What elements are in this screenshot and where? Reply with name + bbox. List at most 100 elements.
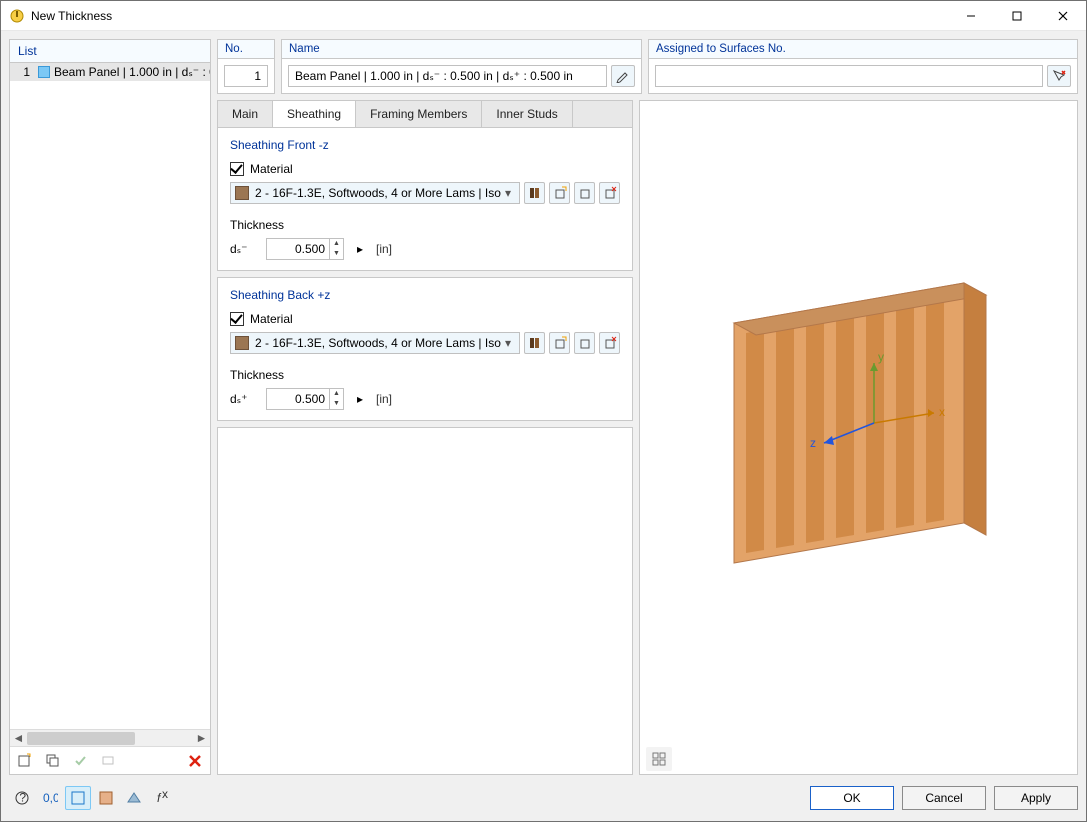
stepper-next-icon[interactable]: ▸ (352, 388, 368, 410)
name-field-group: Name (281, 39, 642, 94)
function-button[interactable]: fx (149, 786, 175, 810)
units-button[interactable]: 0,00 (37, 786, 63, 810)
dialog-buttons: OK Cancel Apply (810, 786, 1078, 810)
view-mode-button[interactable] (65, 786, 91, 810)
no-field-group: No. (217, 39, 275, 94)
close-button[interactable] (1040, 1, 1086, 31)
mid-row: Main Sheathing Framing Members Inner Stu… (217, 100, 1078, 775)
pick-surfaces-button[interactable] (1047, 65, 1071, 87)
tab-framing-members[interactable]: Framing Members (356, 101, 482, 127)
list-header: List (10, 40, 210, 63)
apply-button[interactable]: Apply (994, 786, 1078, 810)
dialog-window: New Thickness List 1 Beam Panel | 1.000 … (0, 0, 1087, 822)
back-thickness-value: 0.500 (267, 392, 329, 406)
front-material-label: Material (250, 162, 293, 176)
chevron-down-icon: ▾ (501, 336, 515, 350)
sheathing-back-section: Sheathing Back +z Material 2 - 16F-1.3E,… (217, 277, 633, 421)
tag-button (96, 749, 122, 773)
preview-canvas[interactable]: x y z (640, 101, 1077, 744)
front-thickness-value: 0.500 (267, 242, 329, 256)
svg-text:y: y (878, 350, 884, 364)
form-column: Main Sheathing Framing Members Inner Stu… (217, 100, 633, 775)
spinner-down-icon[interactable]: ▼ (329, 399, 343, 409)
preview-3d-icon: x y z (679, 243, 1039, 603)
stepper-next-icon[interactable]: ▸ (352, 238, 368, 260)
help-button[interactable]: ? (9, 786, 35, 810)
edit-name-button[interactable] (611, 65, 635, 87)
preview-toolbar (640, 744, 1077, 774)
list-panel: List 1 Beam Panel | 1.000 in | dₛ⁻ : 0.5… (9, 39, 211, 775)
material-library-button[interactable] (524, 182, 545, 204)
top-fields-row: No. Name Assigned to Surfaces No. (217, 39, 1078, 94)
scroll-right-icon[interactable]: ► (193, 730, 210, 747)
app-icon (9, 8, 25, 24)
no-input[interactable] (224, 65, 268, 87)
maximize-button[interactable] (994, 1, 1040, 31)
front-thickness-unit: [in] (376, 242, 392, 256)
material-new-button[interactable] (549, 332, 570, 354)
list-item-label: Beam Panel | 1.000 in | dₛ⁻ : 0.50 (54, 65, 210, 79)
back-material-label: Material (250, 312, 293, 326)
assigned-input[interactable] (655, 65, 1043, 87)
sheathing-front-section: Sheathing Front -z Material 2 - 16F-1.3E… (217, 127, 633, 271)
back-thickness-input[interactable]: 0.500 ▲▼ (266, 388, 344, 410)
svg-text:?: ? (19, 791, 26, 805)
back-material-value: 2 - 16F-1.3E, Softwoods, 4 or More Lams … (255, 336, 501, 350)
bottom-toolbar: ? 0,00 fx (9, 786, 175, 810)
back-material-checkbox[interactable] (230, 312, 244, 326)
material-library-button[interactable] (524, 332, 545, 354)
upper-row: List 1 Beam Panel | 1.000 in | dₛ⁻ : 0.5… (9, 39, 1078, 775)
tabbar: Main Sheathing Framing Members Inner Stu… (217, 100, 633, 127)
new-item-button[interactable] (12, 749, 38, 773)
preview-settings-button[interactable] (646, 747, 672, 771)
tab-main[interactable]: Main (218, 101, 273, 127)
name-header: Name (282, 40, 641, 59)
material-edit-button[interactable] (574, 182, 595, 204)
preview-panel: x y z (639, 100, 1078, 775)
front-thickness-input[interactable]: 0.500 ▲▼ (266, 238, 344, 260)
material-edit-button[interactable] (574, 332, 595, 354)
front-material-dropdown[interactable]: 2 - 16F-1.3E, Softwoods, 4 or More Lams … (230, 182, 520, 204)
material-delete-button[interactable] (599, 332, 620, 354)
svg-text:x: x (162, 790, 168, 801)
color-button[interactable] (93, 786, 119, 810)
scroll-left-icon[interactable]: ◄ (10, 730, 27, 747)
list-body[interactable]: 1 Beam Panel | 1.000 in | dₛ⁻ : 0.50 (10, 63, 210, 729)
window-title: New Thickness (31, 9, 948, 23)
tab-sheathing[interactable]: Sheathing (273, 101, 356, 127)
spinner-up-icon[interactable]: ▲ (329, 389, 343, 399)
render-button[interactable] (121, 786, 147, 810)
titlebar: New Thickness (1, 1, 1086, 31)
material-delete-button[interactable] (599, 182, 620, 204)
check-button (68, 749, 94, 773)
list-toolbar (10, 746, 210, 774)
name-input[interactable] (288, 65, 607, 87)
list-item-swatch (38, 66, 50, 78)
front-title: Sheathing Front -z (230, 138, 620, 152)
tab-inner-studs[interactable]: Inner Studs (482, 101, 572, 127)
spinner-down-icon[interactable]: ▼ (329, 249, 343, 259)
list-item-index: 1 (10, 65, 34, 79)
list-item[interactable]: 1 Beam Panel | 1.000 in | dₛ⁻ : 0.50 (10, 63, 210, 81)
material-new-button[interactable] (549, 182, 570, 204)
back-thickness-unit: [in] (376, 392, 392, 406)
cancel-button[interactable]: Cancel (902, 786, 986, 810)
lower-row: ? 0,00 fx OK Cancel Apply (9, 783, 1078, 813)
delete-item-button[interactable] (182, 749, 208, 773)
main-panel: No. Name Assigned to Surfaces No. (217, 39, 1078, 775)
copy-item-button[interactable] (40, 749, 66, 773)
back-material-dropdown[interactable]: 2 - 16F-1.3E, Softwoods, 4 or More Lams … (230, 332, 520, 354)
front-material-checkbox[interactable] (230, 162, 244, 176)
scroll-track[interactable] (27, 730, 193, 747)
list-h-scrollbar[interactable]: ◄ ► (10, 729, 210, 746)
spinner-up-icon[interactable]: ▲ (329, 239, 343, 249)
assigned-header: Assigned to Surfaces No. (649, 40, 1077, 59)
empty-section (217, 427, 633, 775)
chevron-down-icon: ▾ (501, 186, 515, 200)
no-header: No. (218, 40, 274, 59)
scroll-thumb[interactable] (27, 732, 135, 745)
back-thickness-label: Thickness (230, 368, 620, 382)
minimize-button[interactable] (948, 1, 994, 31)
ok-button[interactable]: OK (810, 786, 894, 810)
front-thickness-symbol: dₛ⁻ (230, 242, 258, 256)
